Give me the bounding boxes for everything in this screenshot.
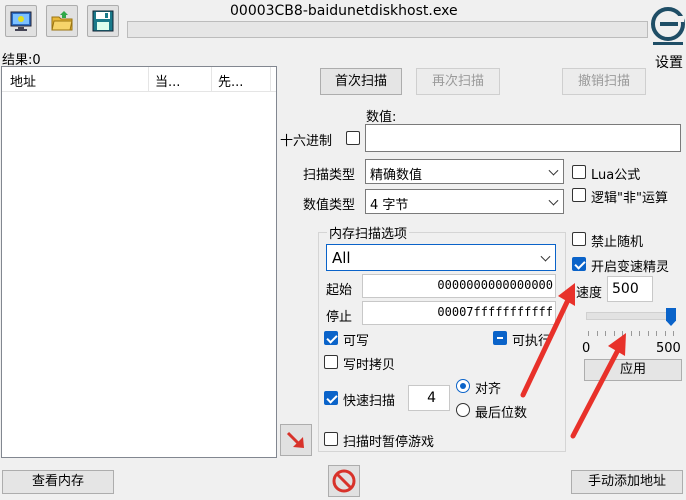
undo-scan-button[interactable]: 撤销扫描	[562, 68, 646, 95]
column-current[interactable]: 当...	[155, 71, 180, 90]
memory-region-value: All	[332, 249, 351, 267]
pause-game-label: 扫描时暂停游戏	[343, 435, 435, 450]
fast-scan-checkbox[interactable]	[324, 391, 338, 405]
lua-checkbox[interactable]	[572, 165, 586, 179]
hex-label: 十六进制	[280, 134, 333, 149]
slider-tick	[673, 331, 674, 336]
slider-tick	[605, 331, 606, 336]
chevron-down-icon	[548, 165, 559, 176]
start-address-input[interactable]: 0000000000000000	[362, 274, 556, 298]
annotation-arrow-slider	[570, 333, 626, 439]
speed-value: 500	[612, 281, 639, 297]
scan-type-select[interactable]: 精确数值	[365, 159, 564, 184]
chevron-down-icon	[548, 195, 559, 206]
align-radio[interactable]	[456, 379, 470, 393]
start-label: 起始	[326, 283, 353, 298]
scan-type-label: 扫描类型	[303, 168, 356, 183]
slider-tick	[588, 331, 589, 336]
settings-button[interactable]	[650, 2, 686, 52]
memory-scan-title: 内存扫描选项	[327, 223, 410, 242]
slider-min-label: 0	[582, 341, 591, 356]
speed-slider[interactable]	[586, 308, 678, 336]
window-title: 00003CB8-baidunetdiskhost.exe	[230, 3, 458, 19]
writable-checkbox[interactable]	[324, 331, 338, 345]
floppy-disk-icon	[92, 10, 114, 32]
start-address-value: 0000000000000000	[437, 278, 553, 292]
slider-tick	[614, 331, 615, 336]
scan-progress-bar	[127, 21, 648, 38]
not-logic-checkbox[interactable]	[572, 188, 586, 202]
apply-button[interactable]: 应用	[584, 359, 682, 381]
computer-icon	[10, 11, 32, 31]
slider-max-label: 500	[656, 341, 681, 356]
stop-address-value: 00007fffffffffff	[437, 305, 553, 319]
slider-tick	[622, 331, 623, 336]
column-address[interactable]: 地址	[10, 71, 36, 90]
slider-tick	[597, 331, 598, 336]
speed-input[interactable]: 500	[607, 276, 653, 302]
chevron-down-icon	[540, 251, 551, 262]
next-scan-button[interactable]: 再次扫描	[416, 68, 500, 95]
stop-address-input[interactable]: 00007fffffffffff	[362, 301, 556, 325]
slider-track	[586, 312, 676, 320]
slider-tick	[631, 331, 632, 336]
slider-tick	[648, 331, 649, 336]
writable-label: 可写	[343, 334, 370, 349]
disable-random-checkbox[interactable]	[572, 232, 586, 246]
slider-tick	[665, 331, 666, 336]
speed-label: 速度	[576, 286, 603, 301]
value-label: 数值:	[366, 110, 397, 125]
copy-on-write-label: 写时拷贝	[343, 358, 396, 373]
fast-scan-input[interactable]: 4	[408, 385, 450, 411]
value-type-label: 数值类型	[303, 198, 356, 213]
cheat-engine-logo-icon	[651, 7, 685, 45]
executable-label: 可执行	[512, 334, 552, 349]
hex-checkbox[interactable]	[346, 131, 360, 145]
scan-type-value: 精确数值	[370, 168, 423, 183]
fast-scan-value: 4	[427, 390, 436, 406]
executable-checkbox[interactable]	[493, 331, 507, 345]
not-logic-label: 逻辑"非"运算	[591, 191, 668, 206]
column-previous[interactable]: 先...	[218, 71, 243, 90]
add-to-list-button[interactable]	[280, 424, 312, 456]
fast-scan-label: 快速扫描	[343, 394, 396, 409]
results-list[interactable]: 地址 当... 先...	[1, 66, 277, 458]
pause-game-checkbox[interactable]	[324, 432, 338, 446]
arrow-down-right-icon	[286, 431, 304, 448]
slider-tick	[639, 331, 640, 336]
disable-random-label: 禁止随机	[591, 235, 644, 250]
last-digits-label: 最后位数	[475, 406, 528, 421]
slider-thumb[interactable]	[666, 308, 676, 326]
save-button[interactable]	[87, 5, 119, 37]
results-header: 地址 当... 先...	[2, 67, 276, 92]
folder-icon	[51, 11, 73, 31]
open-file-button[interactable]	[46, 5, 78, 37]
no-entry-icon	[332, 469, 356, 493]
value-input[interactable]	[365, 124, 681, 152]
settings-label: 设置	[655, 55, 683, 71]
view-memory-button[interactable]: 查看内存	[2, 470, 114, 494]
speedhack-checkbox[interactable]	[572, 257, 586, 271]
speedhack-label: 开启变速精灵	[591, 260, 670, 275]
value-type-value: 4 字节	[370, 198, 409, 213]
value-type-select[interactable]: 4 字节	[365, 189, 564, 214]
memory-region-select[interactable]: All	[326, 244, 556, 271]
copy-on-write-checkbox[interactable]	[324, 355, 338, 369]
clear-list-button[interactable]	[328, 465, 360, 497]
align-label: 对齐	[475, 382, 502, 397]
slider-tick	[656, 331, 657, 336]
lua-label: Lua公式	[591, 168, 641, 183]
first-scan-button[interactable]: 首次扫描	[320, 68, 402, 95]
stop-label: 停止	[326, 310, 353, 325]
slider-ticks	[588, 331, 674, 336]
add-address-manually-button[interactable]: 手动添加地址	[571, 470, 683, 494]
last-digits-radio[interactable]	[456, 403, 470, 417]
open-process-button[interactable]	[5, 5, 37, 37]
